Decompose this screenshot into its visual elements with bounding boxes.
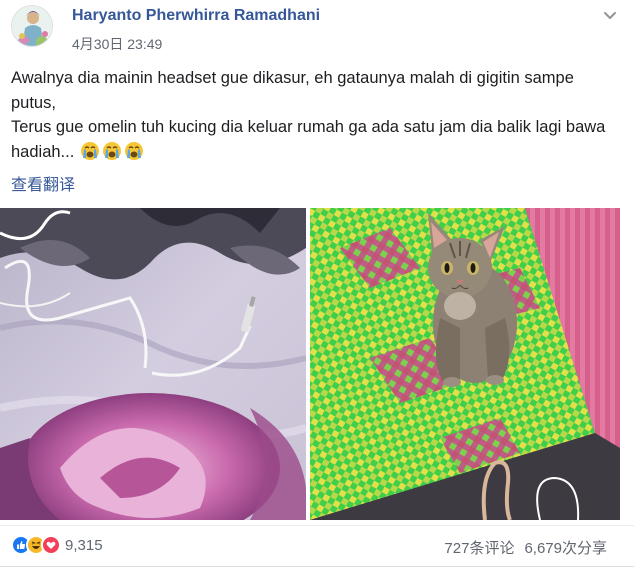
share-count-link[interactable]: 6,679次分享 (524, 537, 607, 558)
crying-face-emoji (103, 141, 122, 160)
post-timestamp[interactable]: 4月30日 23:49 (72, 34, 162, 54)
reaction-summary[interactable]: 9,315 (11, 534, 103, 556)
post-stats: 727条评论 6,679次分享 (444, 537, 607, 558)
post-text: Awalnya dia mainin headset gue dikasur, … (11, 66, 623, 164)
post-text-paragraph-1: Awalnya dia mainin headset gue dikasur, … (11, 69, 574, 112)
post-text-paragraph-2: Terus gue omelin tuh kucing dia keluar r… (11, 115, 623, 164)
photo-cat-on-mat[interactable] (310, 208, 620, 520)
love-reaction-icon (41, 535, 61, 555)
comment-count-link[interactable]: 727条评论 (444, 537, 514, 558)
reaction-count[interactable]: 9,315 (65, 537, 103, 554)
footer-divider (0, 525, 634, 526)
emoji-group (80, 141, 144, 161)
photo-broken-headset[interactable] (0, 208, 306, 520)
crying-face-emoji (125, 141, 144, 160)
bottom-divider (0, 566, 634, 567)
chevron-down-icon[interactable] (602, 7, 618, 23)
author-avatar[interactable] (11, 5, 53, 47)
author-name[interactable]: Haryanto Pherwhirra Ramadhani (72, 7, 320, 25)
post-card: Haryanto Pherwhirra Ramadhani 4月30日 23:4… (0, 0, 634, 573)
crying-face-emoji (81, 141, 100, 160)
see-translation-link[interactable]: 查看翻译 (11, 171, 75, 195)
